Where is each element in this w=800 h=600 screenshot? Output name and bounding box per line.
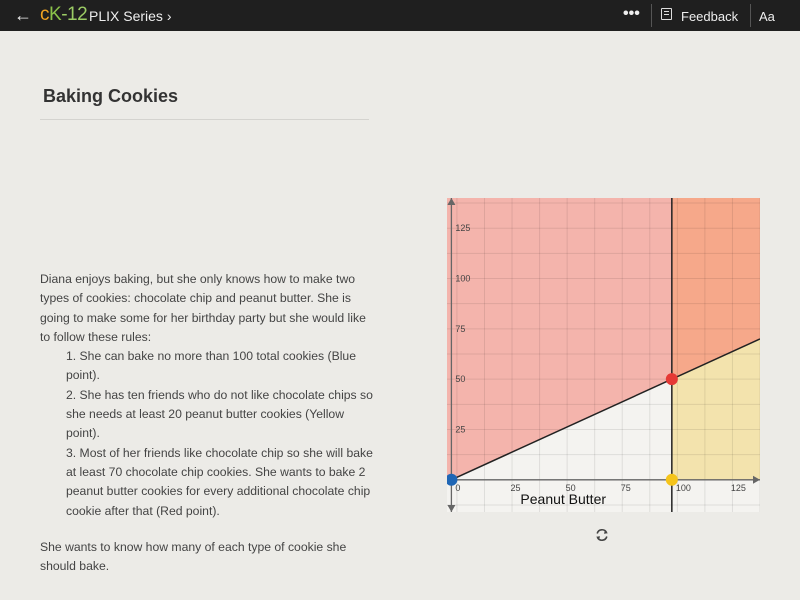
plix-series-link[interactable]: PLIX Series › <box>89 8 172 24</box>
y-tick-label: 50 <box>455 374 465 384</box>
y-tick-label: 25 <box>455 424 465 434</box>
intro-paragraph: Diana enjoys baking, but she only knows … <box>40 272 366 344</box>
feedback-button[interactable]: Feedback <box>681 9 738 24</box>
data-point <box>665 473 678 486</box>
y-tick-label: 75 <box>455 324 465 334</box>
ck12-logo[interactable]: cK-12 <box>40 5 88 25</box>
divider <box>651 4 652 27</box>
inequality-graph[interactable]: 0255075100125255075100125Peanut ButterCh… <box>447 198 760 512</box>
feedback-icon[interactable] <box>661 8 672 20</box>
lesson-title: Baking Cookies <box>43 86 179 106</box>
x-tick-label: 0 <box>455 483 460 493</box>
plix-series-label: PLIX Series <box>89 8 163 24</box>
data-point <box>665 373 678 386</box>
shaded-region <box>447 198 452 480</box>
problem-text: Diana enjoys baking, but she only knows … <box>40 270 375 576</box>
x-tick-label: 100 <box>676 483 691 493</box>
y-tick-label: 125 <box>455 223 470 233</box>
question-paragraph: She wants to know how many of each type … <box>40 539 347 574</box>
more-options-icon[interactable]: ••• <box>623 5 640 23</box>
y-tick-label: 100 <box>455 274 470 284</box>
back-arrow-icon[interactable]: ← <box>14 6 32 24</box>
font-size-button[interactable]: Aa <box>759 9 775 24</box>
divider <box>750 4 751 27</box>
rule-item: 3. Most of her friends like chocolate ch… <box>66 445 373 518</box>
rule-item: 2. She has ten friends who do not like c… <box>66 387 373 441</box>
title-divider <box>40 119 369 120</box>
graph-svg: 0255075100125255075100125Peanut ButterCh… <box>447 198 760 512</box>
x-tick-label: 125 <box>731 483 746 493</box>
rules-list: 1. She can bake no more than 100 total c… <box>40 347 375 521</box>
x-tick-label: 25 <box>511 483 521 493</box>
x-axis-label: Peanut Butter <box>520 491 606 507</box>
top-bar: ← cK-12 PLIX Series › ••• Feedback Aa <box>0 0 800 31</box>
rule-item: 1. She can bake no more than 100 total c… <box>66 349 356 383</box>
chevron-right-icon: › <box>166 8 172 24</box>
refresh-icon[interactable] <box>594 527 610 543</box>
x-tick-label: 75 <box>621 483 631 493</box>
